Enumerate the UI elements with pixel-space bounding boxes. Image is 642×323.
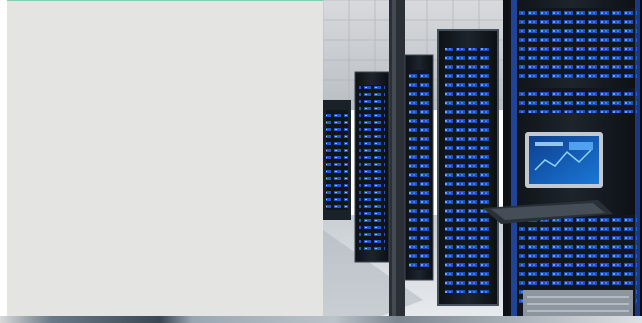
- text-panel: [7, 1, 323, 316]
- server-racks-photo: [323, 0, 642, 323]
- slide-margin: [0, 0, 7, 323]
- slide: [0, 0, 642, 323]
- bottom-photo-strip: [0, 316, 642, 323]
